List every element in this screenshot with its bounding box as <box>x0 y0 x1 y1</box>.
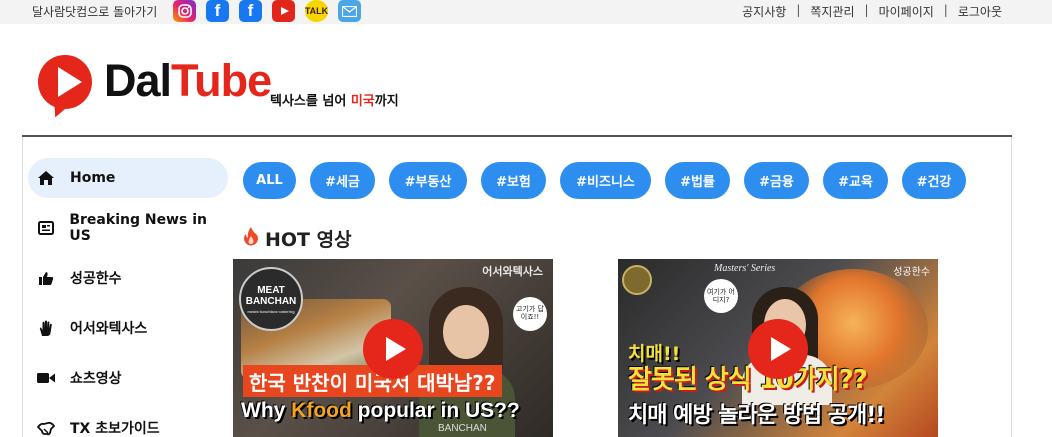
sidebar-item-label: 쇼츠영상 <box>70 371 122 387</box>
brand-name: DalTube <box>104 55 272 106</box>
series-label: Masters' Series <box>714 263 776 274</box>
email-icon[interactable] <box>338 0 361 22</box>
content-border-right <box>1011 137 1012 437</box>
messages-link[interactable]: 쪽지관리 <box>810 3 854 20</box>
masters-badge-icon <box>622 265 652 295</box>
presenter-face <box>443 305 489 359</box>
tagline: 텍사스를 넘어 미국까지 <box>270 90 399 109</box>
menu-separator: | <box>943 3 948 17</box>
category-pill-education[interactable]: #교육 <box>823 162 888 199</box>
content-border-left <box>22 137 23 437</box>
category-filter: ALL #세금 #부동산 #보험 #비즈니스 #법률 #금융 #교육 #건강 <box>243 162 980 199</box>
facebook-icon[interactable]: f <box>206 0 229 22</box>
menu-separator: | <box>796 3 801 17</box>
speech-bubble: 여기가 어디지? <box>704 279 738 313</box>
logo-triangle <box>58 67 82 97</box>
flame-icon <box>243 226 259 251</box>
back-to-dalsaram-link[interactable]: 달사람닷컴으로 돌아가기 <box>32 3 157 20</box>
sidebar-item-label: TX 초보가이드 <box>70 421 160 437</box>
newspaper-icon <box>36 218 55 238</box>
video-camera-icon <box>36 368 56 388</box>
instagram-icon[interactable] <box>173 0 196 22</box>
video-headline-2: 잘못된 상식 10가지?? <box>628 365 868 395</box>
logo-line-2: BANCHAN <box>245 295 297 307</box>
facebook-icon[interactable]: f <box>239 0 262 22</box>
sidebar-item-label: 성공한수 <box>70 271 122 287</box>
logo-line-1: MEAT <box>257 284 285 296</box>
notice-link[interactable]: 공지사항 <box>742 3 786 20</box>
sidebar-item-shorts[interactable]: 쇼츠영상 <box>28 358 228 398</box>
mypage-link[interactable]: 마이페이지 <box>879 3 934 20</box>
meat-banchan-logo: MEAT BANCHAN meals·lunchbox·catering <box>239 267 303 331</box>
category-pill-finance[interactable]: #금융 <box>744 162 809 199</box>
kakaotalk-icon[interactable]: TALK <box>305 0 328 22</box>
sidebar-item-welcome-texas[interactable]: 어서와텍사스 <box>28 308 228 348</box>
tagline-prefix: 텍사스를 넘어 <box>270 94 351 109</box>
top-menu: 공지사항 | 쪽지관리 | 마이페이지 | 로그아웃 <box>742 3 1002 20</box>
category-pill-insurance[interactable]: #보험 <box>481 162 546 199</box>
category-pill-all[interactable]: ALL <box>243 162 296 199</box>
subtitle-suffix: popular in US?? <box>351 399 520 422</box>
shirt-text: BANCHAN <box>438 423 487 434</box>
sidebar-nav: Home Breaking News in US 성공한수 어서와텍사스 쇼츠영… <box>28 158 228 437</box>
brand-dal: Dal <box>104 55 172 106</box>
channel-name: 어서와텍사스 <box>482 265 543 278</box>
tagline-suffix: 까지 <box>374 94 399 109</box>
youtube-icon[interactable] <box>272 0 295 22</box>
brand-tube: Tube <box>171 55 272 106</box>
category-pill-health[interactable]: #건강 <box>902 162 966 199</box>
video-thumbnail[interactable]: Masters' Series 성공한수 여기가 어디지? 치매!! 잘못된 상… <box>618 259 938 437</box>
category-pill-business[interactable]: #비즈니스 <box>560 162 651 199</box>
menu-separator: | <box>864 3 869 17</box>
sidebar-item-success[interactable]: 성공한수 <box>28 258 228 298</box>
category-pill-real-estate[interactable]: #부동산 <box>389 162 467 199</box>
sidebar-item-tx-guide[interactable]: TX 초보가이드 <box>28 408 228 437</box>
top-bar: 달사람닷컴으로 돌아가기 f f TALK 공지사항 | 쪽지관리 | 마이페이… <box>0 0 1052 24</box>
handshake-icon <box>36 418 56 437</box>
thumbs-up-icon <box>36 268 56 288</box>
logo-sub: meals·lunchbox·catering <box>247 308 295 314</box>
tagline-highlight: 미국 <box>350 94 375 109</box>
video-headline-3: 치매 예방 놀라운 방법 공개!! <box>628 403 885 428</box>
video-thumbnail[interactable]: MEAT BANCHAN meals·lunchbox·catering 어서와… <box>233 259 553 437</box>
video-subtitle: Why Kfood popular in US?? <box>241 399 520 423</box>
header-divider <box>22 135 1012 137</box>
social-links: f f TALK <box>173 0 371 22</box>
sidebar-item-breaking-news[interactable]: Breaking News in US <box>28 208 228 248</box>
logout-link[interactable]: 로그아웃 <box>958 3 1002 20</box>
sidebar-item-home[interactable]: Home <box>28 158 228 198</box>
hot-section-title: HOT 영상 <box>243 225 352 252</box>
channel-name: 성공한수 <box>893 267 930 278</box>
category-pill-tax[interactable]: #세금 <box>310 162 375 199</box>
hand-icon <box>36 318 56 338</box>
sidebar-item-label: 어서와텍사스 <box>70 321 148 337</box>
subtitle-highlight: Kfood <box>291 399 352 422</box>
category-pill-law[interactable]: #법률 <box>665 162 730 199</box>
speech-bubble: 고기가 답이죠!! <box>513 297 547 331</box>
play-button-icon[interactable] <box>748 319 808 379</box>
home-icon <box>36 168 56 188</box>
hot-title-text: HOT 영상 <box>265 229 352 251</box>
sidebar-item-label: Home <box>70 170 116 186</box>
play-button-icon[interactable] <box>363 319 423 379</box>
sidebar-item-label: Breaking News in US <box>69 212 207 244</box>
subtitle-prefix: Why <box>241 399 292 422</box>
